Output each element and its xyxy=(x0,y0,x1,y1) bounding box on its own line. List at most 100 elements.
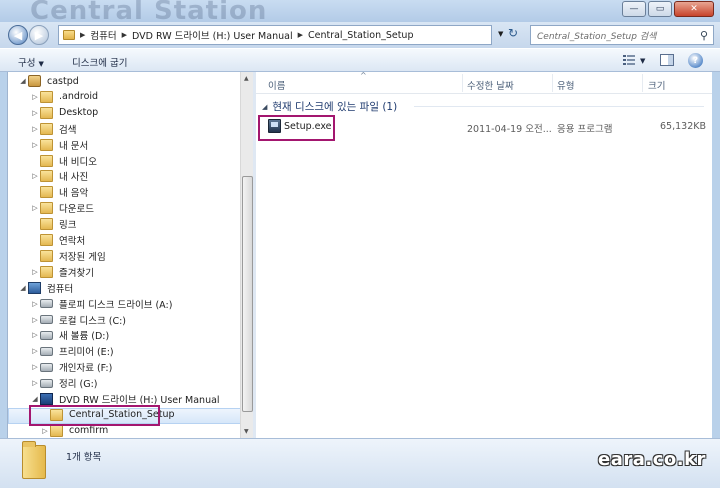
tree-item-label: 컴퓨터 xyxy=(47,283,74,295)
tree-item[interactable]: ▷ 로컬 디스크 (C:) xyxy=(30,312,126,328)
address-bar[interactable]: ▶ 컴퓨터 ▶ DVD RW 드라이브 (H:) User Manual ▶ C… xyxy=(58,25,492,45)
expand-icon[interactable]: ▷ xyxy=(30,93,40,101)
scroll-up-icon[interactable]: ▲ xyxy=(244,75,249,82)
caption-buttons: — ▭ ✕ xyxy=(622,1,714,17)
tree-item[interactable]: ▷ 내 문서 xyxy=(30,137,88,153)
navigation-scrollbar[interactable]: ▲ ▼ xyxy=(240,72,253,438)
expand-icon[interactable]: ▷ xyxy=(40,427,50,435)
tree-item[interactable]: ◢ 컴퓨터 xyxy=(18,280,73,296)
tree-item-label: 즐겨찾기 xyxy=(59,267,94,279)
tree-item[interactable]: ▷ 내 사진 xyxy=(30,168,88,184)
column-header-size[interactable]: 크기 xyxy=(648,78,665,92)
burn-disc-button[interactable]: 디스크에 굽기 xyxy=(72,55,127,69)
breadcrumb-computer[interactable]: 컴퓨터 xyxy=(90,28,116,42)
close-button[interactable]: ✕ xyxy=(674,1,714,17)
tree-item[interactable]: ▷ 정리 (G:) xyxy=(30,375,97,391)
saved-games-icon xyxy=(40,249,53,262)
column-header-type[interactable]: 유형 xyxy=(557,78,574,92)
tree-item-label: 정리 (G:) xyxy=(59,379,98,391)
chevron-down-icon[interactable]: ▼ xyxy=(640,57,645,65)
expand-icon[interactable]: ▷ xyxy=(30,141,40,149)
sort-ascending-icon: ^ xyxy=(360,71,367,80)
tree-item[interactable]: ▷ 검색 xyxy=(30,121,76,137)
tree-item[interactable]: ▷ Desktop xyxy=(30,105,98,121)
tree-item[interactable]: ▷ 다운로드 xyxy=(30,200,94,216)
column-divider[interactable] xyxy=(642,74,643,92)
search-placeholder: Central_Station_Setup 검색 xyxy=(537,31,657,42)
expand-icon[interactable]: ▷ xyxy=(30,172,40,180)
chevron-down-icon[interactable]: ▼ xyxy=(498,30,503,38)
column-header-date[interactable]: 수정한 날짜 xyxy=(467,78,514,92)
collapse-icon[interactable]: ◢ xyxy=(262,103,267,111)
refresh-icon[interactable]: ↻ xyxy=(508,26,518,40)
view-options-icon[interactable] xyxy=(622,54,636,66)
user-folder-icon xyxy=(28,75,41,87)
search-icon[interactable]: ⚲ xyxy=(695,29,713,42)
breadcrumb-dvd-drive[interactable]: DVD RW 드라이브 (H:) User Manual xyxy=(132,28,293,42)
tree-item[interactable]: ◢ castpd xyxy=(18,73,79,89)
tree-item[interactable]: ▷ 프리미어 (E:) xyxy=(30,343,114,359)
group-header[interactable]: ◢ 현재 디스크에 있는 파일 (1) xyxy=(262,99,704,114)
tree-item[interactable]: 저장된 게임 xyxy=(30,248,106,264)
favorites-icon xyxy=(40,265,53,278)
collapse-icon[interactable]: ◢ xyxy=(18,77,28,85)
floppy-drive-icon xyxy=(40,299,53,309)
scrollbar-thumb[interactable] xyxy=(242,176,253,412)
organize-button[interactable]: 구성 ▼ xyxy=(18,55,44,69)
videos-icon xyxy=(40,154,53,167)
downloads-icon xyxy=(40,202,53,215)
file-size: 65,132KB xyxy=(660,121,706,132)
column-header-name[interactable]: 이름 xyxy=(268,78,285,92)
maximize-button[interactable]: ▭ xyxy=(648,1,672,17)
tree-item[interactable]: 내 음악 xyxy=(30,184,88,200)
title-bar: Central Station — ▭ ✕ xyxy=(0,0,720,26)
column-divider[interactable] xyxy=(462,74,463,92)
tree-item[interactable]: ▷ 즐겨찾기 xyxy=(30,264,94,280)
expand-icon[interactable]: ▷ xyxy=(30,316,40,324)
minimize-button[interactable]: — xyxy=(622,1,646,17)
forward-button[interactable]: ▶ xyxy=(29,25,49,45)
tree-item[interactable]: 내 비디오 xyxy=(30,153,97,169)
item-count: 1개 항목 xyxy=(66,452,102,463)
chevron-right-icon[interactable]: ▶ xyxy=(298,31,303,39)
tree-item[interactable]: 연락처 xyxy=(30,232,85,248)
tree-item[interactable]: ▷ 플로피 디스크 드라이브 (A:) xyxy=(30,296,172,312)
tree-item-label: 내 사진 xyxy=(59,172,89,184)
tree-item-label: 새 볼륨 (D:) xyxy=(59,331,110,343)
search-input[interactable]: Central_Station_Setup 검색 ⚲ xyxy=(530,25,714,45)
chevron-right-icon[interactable]: ▶ xyxy=(122,31,127,39)
folder-icon xyxy=(50,424,63,437)
breadcrumb-current-folder[interactable]: Central_Station_Setup xyxy=(308,30,414,41)
collapse-icon[interactable]: ◢ xyxy=(30,395,40,403)
expand-icon[interactable]: ▷ xyxy=(30,109,40,117)
expand-icon[interactable]: ▷ xyxy=(30,204,40,212)
group-label: 현재 디스크에 있는 파일 (1) xyxy=(272,101,398,113)
tree-item-label: 연락처 xyxy=(59,236,86,247)
group-divider xyxy=(414,106,704,107)
expand-icon[interactable]: ▷ xyxy=(30,363,40,371)
search-folder-icon xyxy=(40,122,53,135)
back-button[interactable]: ◀ xyxy=(8,25,28,45)
tree-item[interactable]: ▷ .android xyxy=(30,89,98,105)
help-button[interactable]: ? xyxy=(688,53,703,68)
computer-icon xyxy=(28,281,41,294)
expand-icon[interactable]: ▷ xyxy=(30,347,40,355)
navigation-pane: ◢ castpd ▷ .android ▷ Desktop ▷ 검색 ▷ 내 문서 내 비디오 ▷ 내 … xyxy=(7,72,241,438)
column-divider[interactable] xyxy=(552,74,553,92)
highlight-box xyxy=(29,405,160,426)
expand-icon[interactable]: ▷ xyxy=(30,268,40,276)
tree-item[interactable]: 링크 xyxy=(30,216,76,232)
expand-icon[interactable]: ▷ xyxy=(30,379,40,387)
tree-item-label: comfirm xyxy=(69,425,109,437)
tree-item[interactable]: ▷ 개인자료 (F:) xyxy=(30,359,112,375)
scroll-down-icon[interactable]: ▼ xyxy=(244,428,249,435)
drive-icon xyxy=(40,378,53,388)
tree-item-label: 개인자료 (F:) xyxy=(59,363,113,375)
expand-icon[interactable]: ▷ xyxy=(30,331,40,339)
expand-icon[interactable]: ▷ xyxy=(30,300,40,308)
tree-item-label: 내 문서 xyxy=(59,140,89,152)
expand-icon[interactable]: ▷ xyxy=(30,125,40,133)
tree-item[interactable]: ▷ 새 볼륨 (D:) xyxy=(30,327,109,343)
collapse-icon[interactable]: ◢ xyxy=(18,284,28,292)
preview-pane-icon[interactable] xyxy=(660,54,674,66)
